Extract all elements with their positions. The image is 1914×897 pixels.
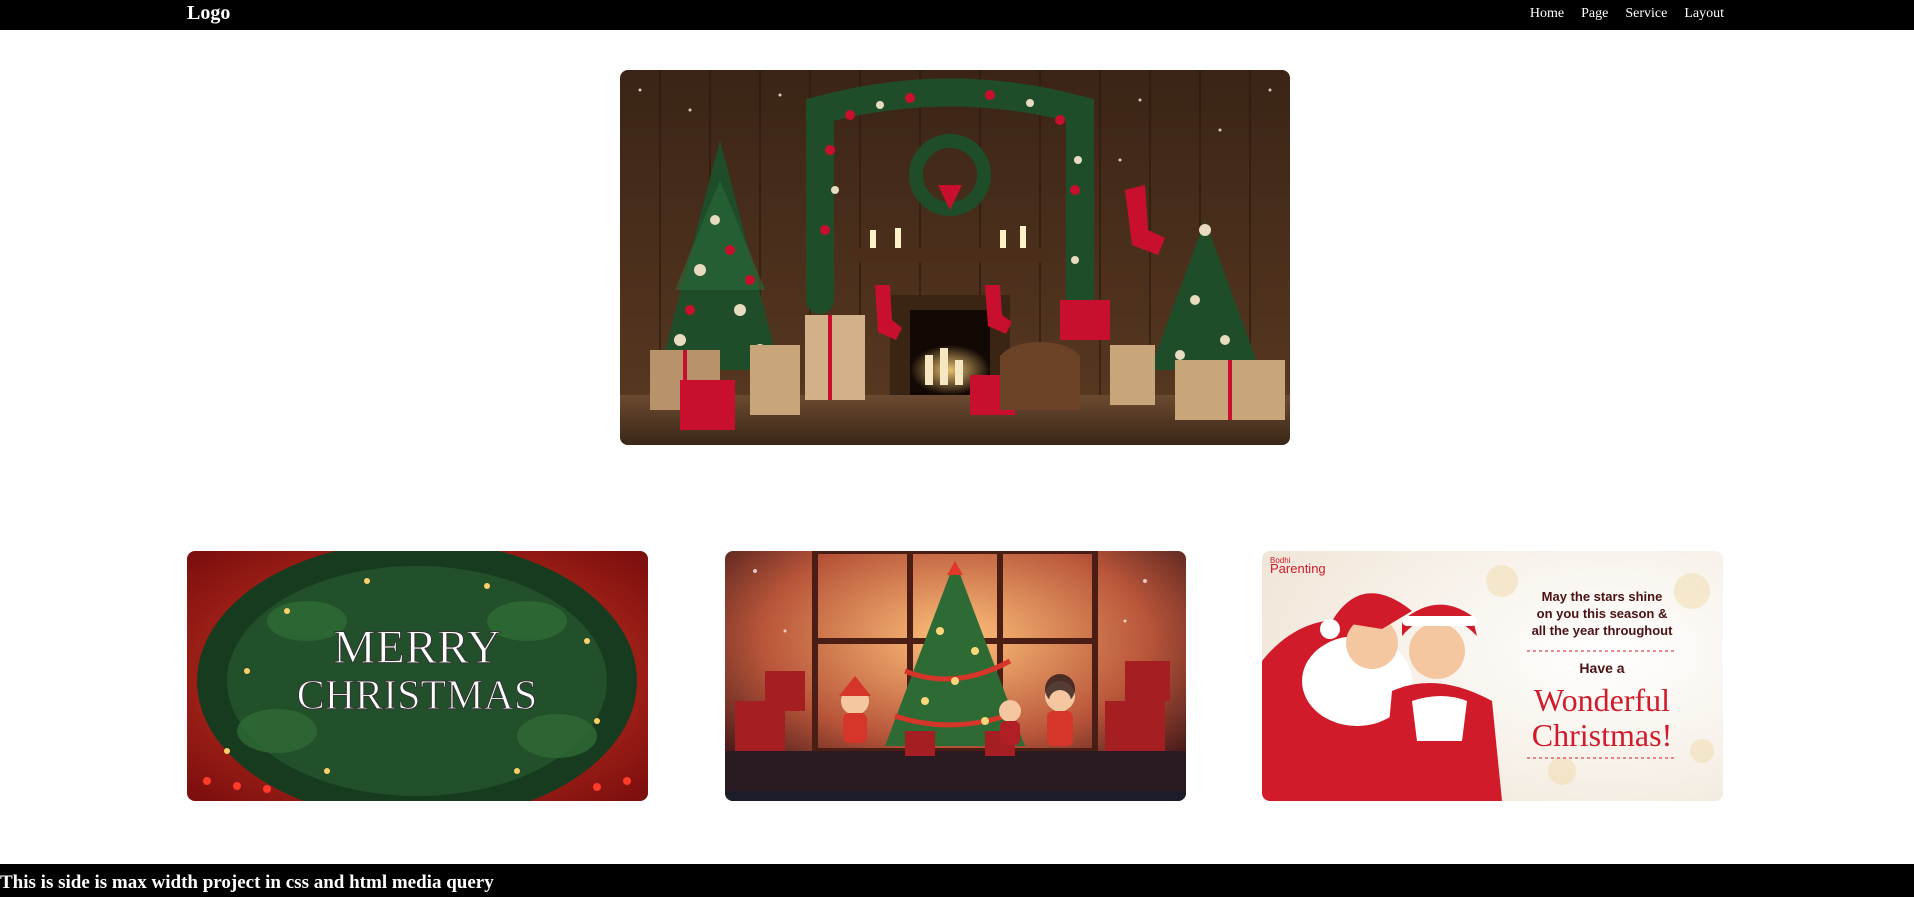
greeting-line1: May the stars shine — [1542, 589, 1663, 604]
santa-hug-illustration: Bodhi Parenting May the stars shine on y… — [1262, 551, 1723, 801]
card-headline-line2: CHRISTMAS — [297, 673, 537, 719]
top-navbar: Logo Home Page Service Layout — [0, 0, 1914, 30]
greeting-line3: all the year throughout — [1532, 623, 1674, 638]
nav-link-home[interactable]: Home — [1530, 6, 1564, 22]
greeting-line2: on you this season & — [1537, 606, 1668, 621]
greeting-headline2: Christmas! — [1532, 717, 1672, 753]
nav-menu: Home Page Service Layout — [1530, 6, 1724, 22]
wreath-illustration: MERRY CHRISTMAS — [187, 551, 648, 801]
footer-bar: This is side is max width project in css… — [0, 864, 1914, 897]
merry-christmas-card: MERRY CHRISTMAS — [187, 551, 648, 801]
footer-text: This is side is max width project in css… — [0, 872, 494, 893]
greeting-headline1: Wonderful — [1534, 682, 1670, 718]
hero-image — [620, 70, 1290, 445]
card-headline-line1: MERRY — [333, 621, 501, 674]
greeting-have-a: Have a — [1579, 660, 1624, 676]
site-logo[interactable]: Logo — [187, 2, 230, 25]
brand-text: Parenting — [1270, 561, 1326, 576]
kids-christmas-card — [725, 551, 1186, 801]
nav-link-page[interactable]: Page — [1581, 6, 1608, 22]
nav-link-service[interactable]: Service — [1625, 6, 1667, 22]
nav-link-layout[interactable]: Layout — [1684, 6, 1724, 22]
santa-greeting-card: Bodhi Parenting May the stars shine on y… — [1262, 551, 1723, 801]
christmas-fireplace-illustration — [620, 70, 1290, 445]
kids-tree-illustration — [725, 551, 1186, 801]
